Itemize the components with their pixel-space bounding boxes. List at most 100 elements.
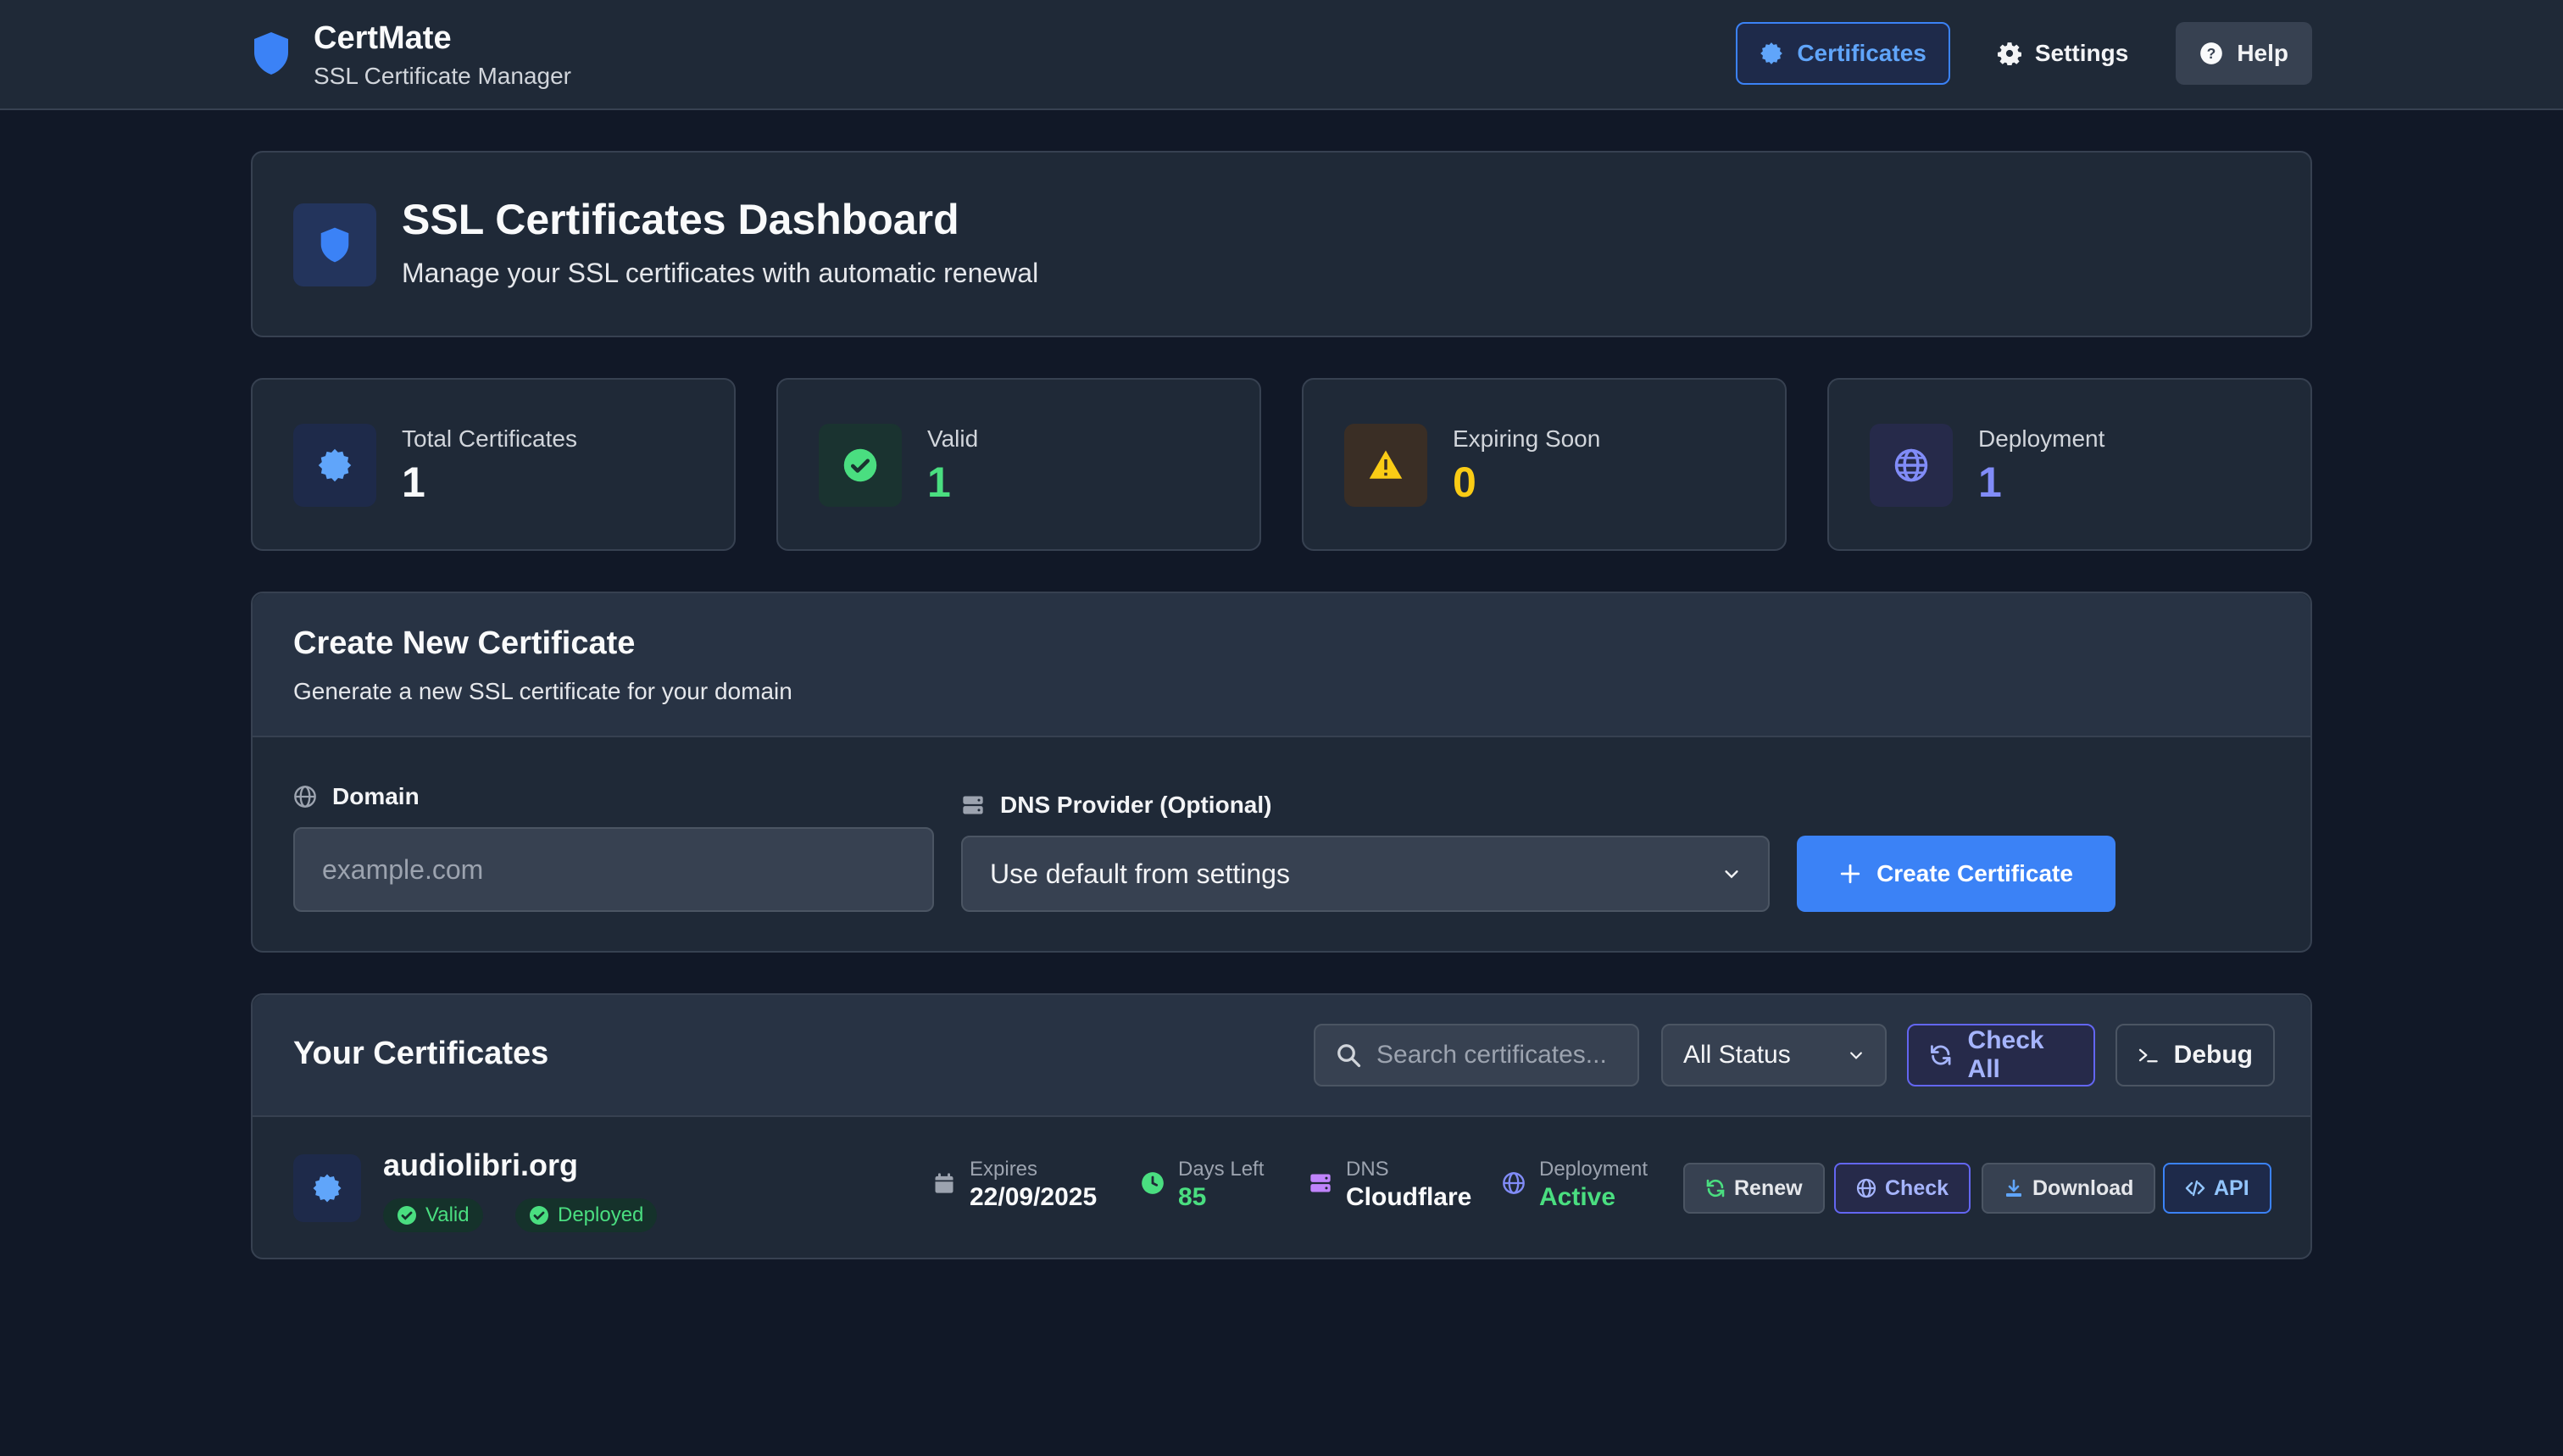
search-placeholder: Search certificates... [1376,1041,1607,1069]
stat-icon-box [293,424,376,507]
search-box[interactable]: Search certificates... [1314,1024,1639,1086]
app-subtitle: SSL Certificate Manager [314,63,571,89]
clock-icon [1142,1172,1164,1194]
check-circle-icon [530,1206,548,1225]
certificate-domain: audiolibri.org [383,1148,578,1182]
stat-value: 0 [1453,458,1476,506]
check-circle-icon [843,448,877,482]
nav-help-label: Help [2237,40,2288,66]
domain-label: Domain [293,783,420,810]
page-subtitle: Manage your SSL certificates with automa… [402,258,1039,288]
deployment-label: Deployment [1539,1158,1648,1181]
dns-provider-select[interactable]: Use default from settings [961,836,1770,912]
dashboard-header-card: SSL Certificates Dashboard Manage your S… [251,151,2312,337]
stat-label: Deployment [1978,425,2105,452]
app-name: CertMate [314,20,452,56]
page-title: SSL Certificates Dashboard [402,196,959,243]
globe-icon [1856,1178,1876,1198]
deployment-value: Active [1539,1183,1616,1211]
days-left-meta: Days Left 85 [1141,1158,1264,1214]
shield-icon [254,32,288,75]
dns-provider-label: DNS Provider (Optional) [961,792,1271,819]
create-certificate-label: Create Certificate [1876,860,2073,886]
check-circle-icon [398,1206,416,1225]
globe-icon [1894,448,1928,482]
certificate-icon [318,448,352,482]
hero-icon-box [293,203,376,286]
status-filter-selected: All Status [1683,1041,1791,1069]
days-left-label: Days Left [1178,1158,1265,1181]
certificate-icon [313,1174,342,1203]
renew-button[interactable]: Renew [1683,1163,1825,1214]
shield-icon [320,227,349,263]
certificates-list-header: Your Certificates Search certificates...… [253,995,2310,1117]
stat-value: 1 [1978,458,2002,506]
plus-icon [1840,864,1860,884]
stat-value: 1 [402,458,425,506]
download-icon [2006,1179,2021,1197]
expires-value: 22/09/2025 [970,1183,1098,1211]
deployed-badge-label: Deployed [558,1203,644,1226]
globe-icon [294,786,316,808]
check-label: Check [1885,1175,1949,1200]
stat-valid: Valid 1 [776,378,1261,551]
dns-meta: DNS Cloudflare [1309,1158,1471,1214]
gear-icon [1997,42,2021,65]
check-button[interactable]: Check [1834,1163,1971,1214]
domain-input[interactable] [293,827,934,912]
refresh-icon [1706,1179,1725,1198]
certificate-row-icon-box [293,1154,361,1222]
svg-text:?: ? [2207,45,2216,62]
code-icon [2185,1180,2205,1197]
domain-label-text: Domain [332,783,420,809]
top-navbar: CertMate SSL Certificate Manager Certifi… [0,0,2563,110]
deployed-badge: Deployed [515,1198,658,1232]
certificates-list-card: Your Certificates Search certificates...… [251,993,2312,1259]
expires-label: Expires [970,1158,1038,1181]
nav-settings-button[interactable]: Settings [1974,22,2152,85]
api-button[interactable]: API [2163,1163,2271,1214]
stat-deployment: Deployment 1 [1827,378,2312,551]
stat-label: Expiring Soon [1453,425,1601,452]
create-certificate-button[interactable]: Create Certificate [1797,836,2115,912]
main-nav: Certificates Settings ? Help [1736,22,2312,85]
stat-label: Total Certificates [402,425,577,452]
days-left-value: 85 [1178,1183,1207,1211]
stat-expiring-soon: Expiring Soon 0 [1302,378,1787,551]
dns-provider-selected: Use default from settings [990,858,1290,889]
status-badge-label: Valid [425,1203,470,1226]
brand[interactable]: CertMate SSL Certificate Manager [251,19,571,92]
certificate-icon [1760,42,1783,64]
terminal-icon [2138,1048,2158,1063]
refresh-icon [1931,1045,1951,1065]
stat-label: Valid [927,425,979,452]
check-all-button[interactable]: Check All [1907,1024,2095,1086]
chevron-down-icon [1725,870,1738,879]
download-label: Download [2032,1175,2134,1200]
nav-help-button[interactable]: ? Help [2176,22,2312,85]
dns-value: Cloudflare [1346,1183,1472,1211]
warning-triangle-icon [1369,450,1403,479]
globe-icon [1503,1172,1525,1194]
nav-certificates-label: Certificates [1797,40,1926,66]
check-all-label: Check All [1967,1026,2044,1083]
debug-button[interactable]: Debug [2115,1024,2275,1086]
server-icon [1310,1174,1331,1192]
chevron-down-icon [1850,1052,1862,1059]
create-certificate-card: Create New Certificate Generate a new SS… [251,592,2312,953]
create-certificate-title: Create New Certificate [293,625,636,661]
create-certificate-header: Create New Certificate Generate a new SS… [253,593,2310,737]
status-badge: Valid [383,1198,483,1232]
expires-meta: Expires 22/09/2025 [932,1158,1097,1214]
stat-icon-box [819,424,902,507]
status-filter-select[interactable]: All Status [1661,1024,1887,1086]
nav-certificates-button[interactable]: Certificates [1736,22,1950,85]
search-icon [1337,1044,1361,1068]
create-certificate-subtitle: Generate a new SSL certificate for your … [293,678,792,704]
download-button[interactable]: Download [1982,1163,2156,1214]
calendar-icon [935,1173,953,1193]
question-circle-icon: ? [2200,42,2223,64]
debug-label: Debug [2173,1041,2253,1069]
deployment-meta: Deployment Active [1502,1158,1648,1214]
stat-icon-box [1344,424,1427,507]
